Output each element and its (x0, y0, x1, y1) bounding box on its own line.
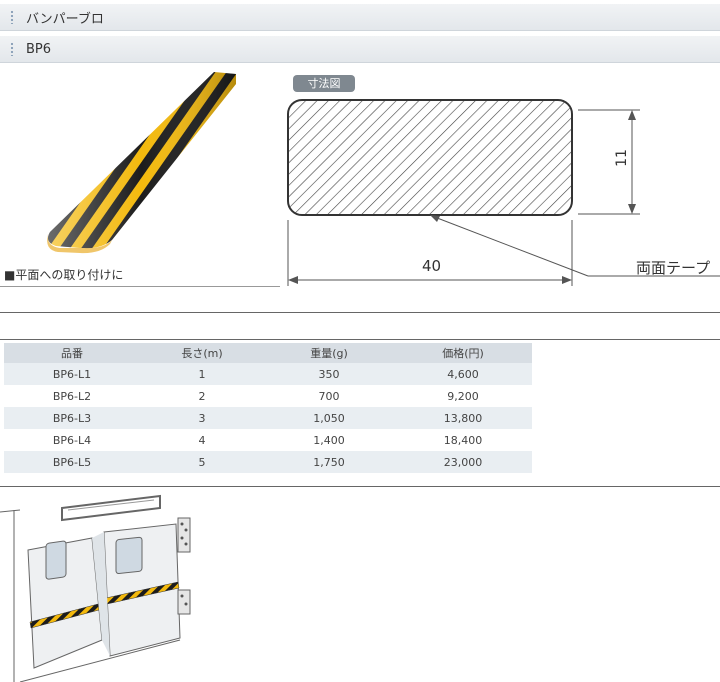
grip-dots-icon (10, 42, 14, 56)
table-cell: 4 (140, 429, 264, 451)
table-cell: BP6-L1 (4, 363, 140, 385)
table-cell: 1,050 (264, 407, 394, 429)
table-cell: 1,400 (264, 429, 394, 451)
table-cell: 3 (140, 407, 264, 429)
table-cell: 9,200 (394, 385, 532, 407)
column-header: 重量(g) (264, 343, 394, 363)
table-row: BP6-L1 1 350 4,600 (4, 363, 532, 385)
table-cell: BP6-L3 (4, 407, 140, 429)
table-cell: 1,750 (264, 451, 394, 473)
height-dimension-label: 11 (613, 149, 630, 167)
table-row: BP6-L5 5 1,750 23,000 (4, 451, 532, 473)
section-divider (0, 339, 720, 340)
table-cell: 5 (140, 451, 264, 473)
product-header: BP6 (0, 36, 720, 63)
table-row: BP6-L4 4 1,400 18,400 (4, 429, 532, 451)
table-cell: 13,800 (394, 407, 532, 429)
table-cell: 4,600 (394, 363, 532, 385)
section-title: バンパーブロ (26, 11, 104, 27)
caption-divider (0, 286, 280, 287)
table-cell: BP6-L5 (4, 451, 140, 473)
table-cell: 350 (264, 363, 394, 385)
table-row: BP6-L2 2 700 9,200 (4, 385, 532, 407)
column-header: 価格(円) (394, 343, 532, 363)
column-header: 長さ(m) (140, 343, 264, 363)
table-header-row: 品番 長さ(m) 重量(g) 価格(円) (4, 343, 532, 363)
grip-dots-icon (10, 10, 14, 24)
product-caption: ■平面への取り付けに (4, 268, 124, 282)
door-illustration (0, 490, 196, 682)
table-cell: BP6-L2 (4, 385, 140, 407)
tape-label: 両面テープ (636, 259, 711, 277)
table-cell: 700 (264, 385, 394, 407)
table-cell: 2 (140, 385, 264, 407)
table-cell: 18,400 (394, 429, 532, 451)
table-row: BP6-L3 3 1,050 13,800 (4, 407, 532, 429)
table-cell: 23,000 (394, 451, 532, 473)
bumper-strip-image (47, 72, 236, 254)
product-code: BP6 (26, 41, 52, 57)
table-cell: 1 (140, 363, 264, 385)
width-dimension-label: 40 (422, 257, 442, 275)
column-header: 品番 (4, 343, 140, 363)
section-header: バンパーブロ (0, 4, 720, 31)
table-cell: BP6-L4 (4, 429, 140, 451)
section-divider (0, 312, 720, 313)
spec-table: 品番 長さ(m) 重量(g) 価格(円) BP6-L1 1 350 4,600 … (4, 343, 532, 473)
section-divider (0, 486, 720, 487)
